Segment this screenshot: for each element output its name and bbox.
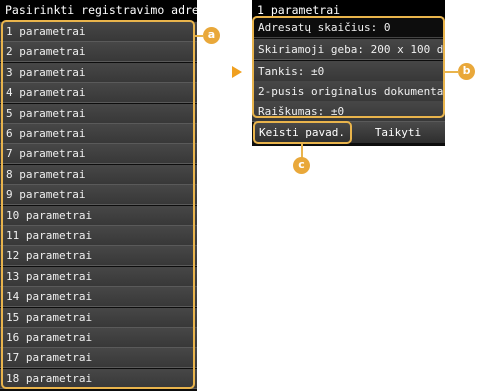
callout-a-connector [195,35,204,37]
setting-item[interactable]: Tankis: ±0 [252,61,445,82]
rename-button[interactable]: Keisti pavad. [254,122,350,143]
address-list-item[interactable]: 3 parametrai [0,62,197,83]
callout-b: b [458,63,475,80]
address-list-item[interactable]: 10 parametrai [0,205,197,226]
apply-button[interactable]: Taikyti [351,122,445,143]
address-list-item[interactable]: 18 parametrai [0,368,197,389]
address-list-screen: Pasirinkti registravimo adres. 1 paramet… [0,0,197,391]
address-list-item[interactable]: 7 parametrai [0,144,197,165]
callout-c-connector [301,144,303,158]
address-list-item[interactable]: 12 parametrai [0,246,197,267]
address-list-item[interactable]: 2 parametrai [0,42,197,63]
callout-c: c [293,157,310,174]
arrow-right-icon [232,66,242,78]
address-list-item[interactable]: 14 parametrai [0,287,197,308]
address-list-item[interactable]: 9 parametrai [0,185,197,206]
address-list-item[interactable]: 1 parametrai [0,22,197,42]
address-list-item[interactable]: 8 parametrai [0,164,197,185]
address-list-item[interactable]: 6 parametrai [0,124,197,144]
address-list-item[interactable]: 13 parametrai [0,266,197,287]
address-list-item[interactable]: 4 parametrai [0,83,197,104]
setting-item: Adresatų skaičius: 0 [252,17,445,38]
callout-b-connector [445,71,459,73]
address-list-item[interactable]: 5 parametrai [0,103,197,124]
setting-item[interactable]: 2-pusis originalus dokumentas… [252,81,445,102]
address-list-item[interactable]: 16 parametrai [0,328,197,348]
address-list-item[interactable]: 17 parametrai [0,348,197,369]
callout-a: a [203,27,220,44]
address-list-item[interactable]: 15 parametrai [0,307,197,328]
address-list-item[interactable]: 11 parametrai [0,226,197,246]
setting-item[interactable]: Skiriamoji geba: 200 x 100 dp… [252,39,445,60]
screen-title: Pasirinkti registravimo adres. [0,0,197,21]
setting-item[interactable]: Raiškumas: ±0 [252,101,445,122]
